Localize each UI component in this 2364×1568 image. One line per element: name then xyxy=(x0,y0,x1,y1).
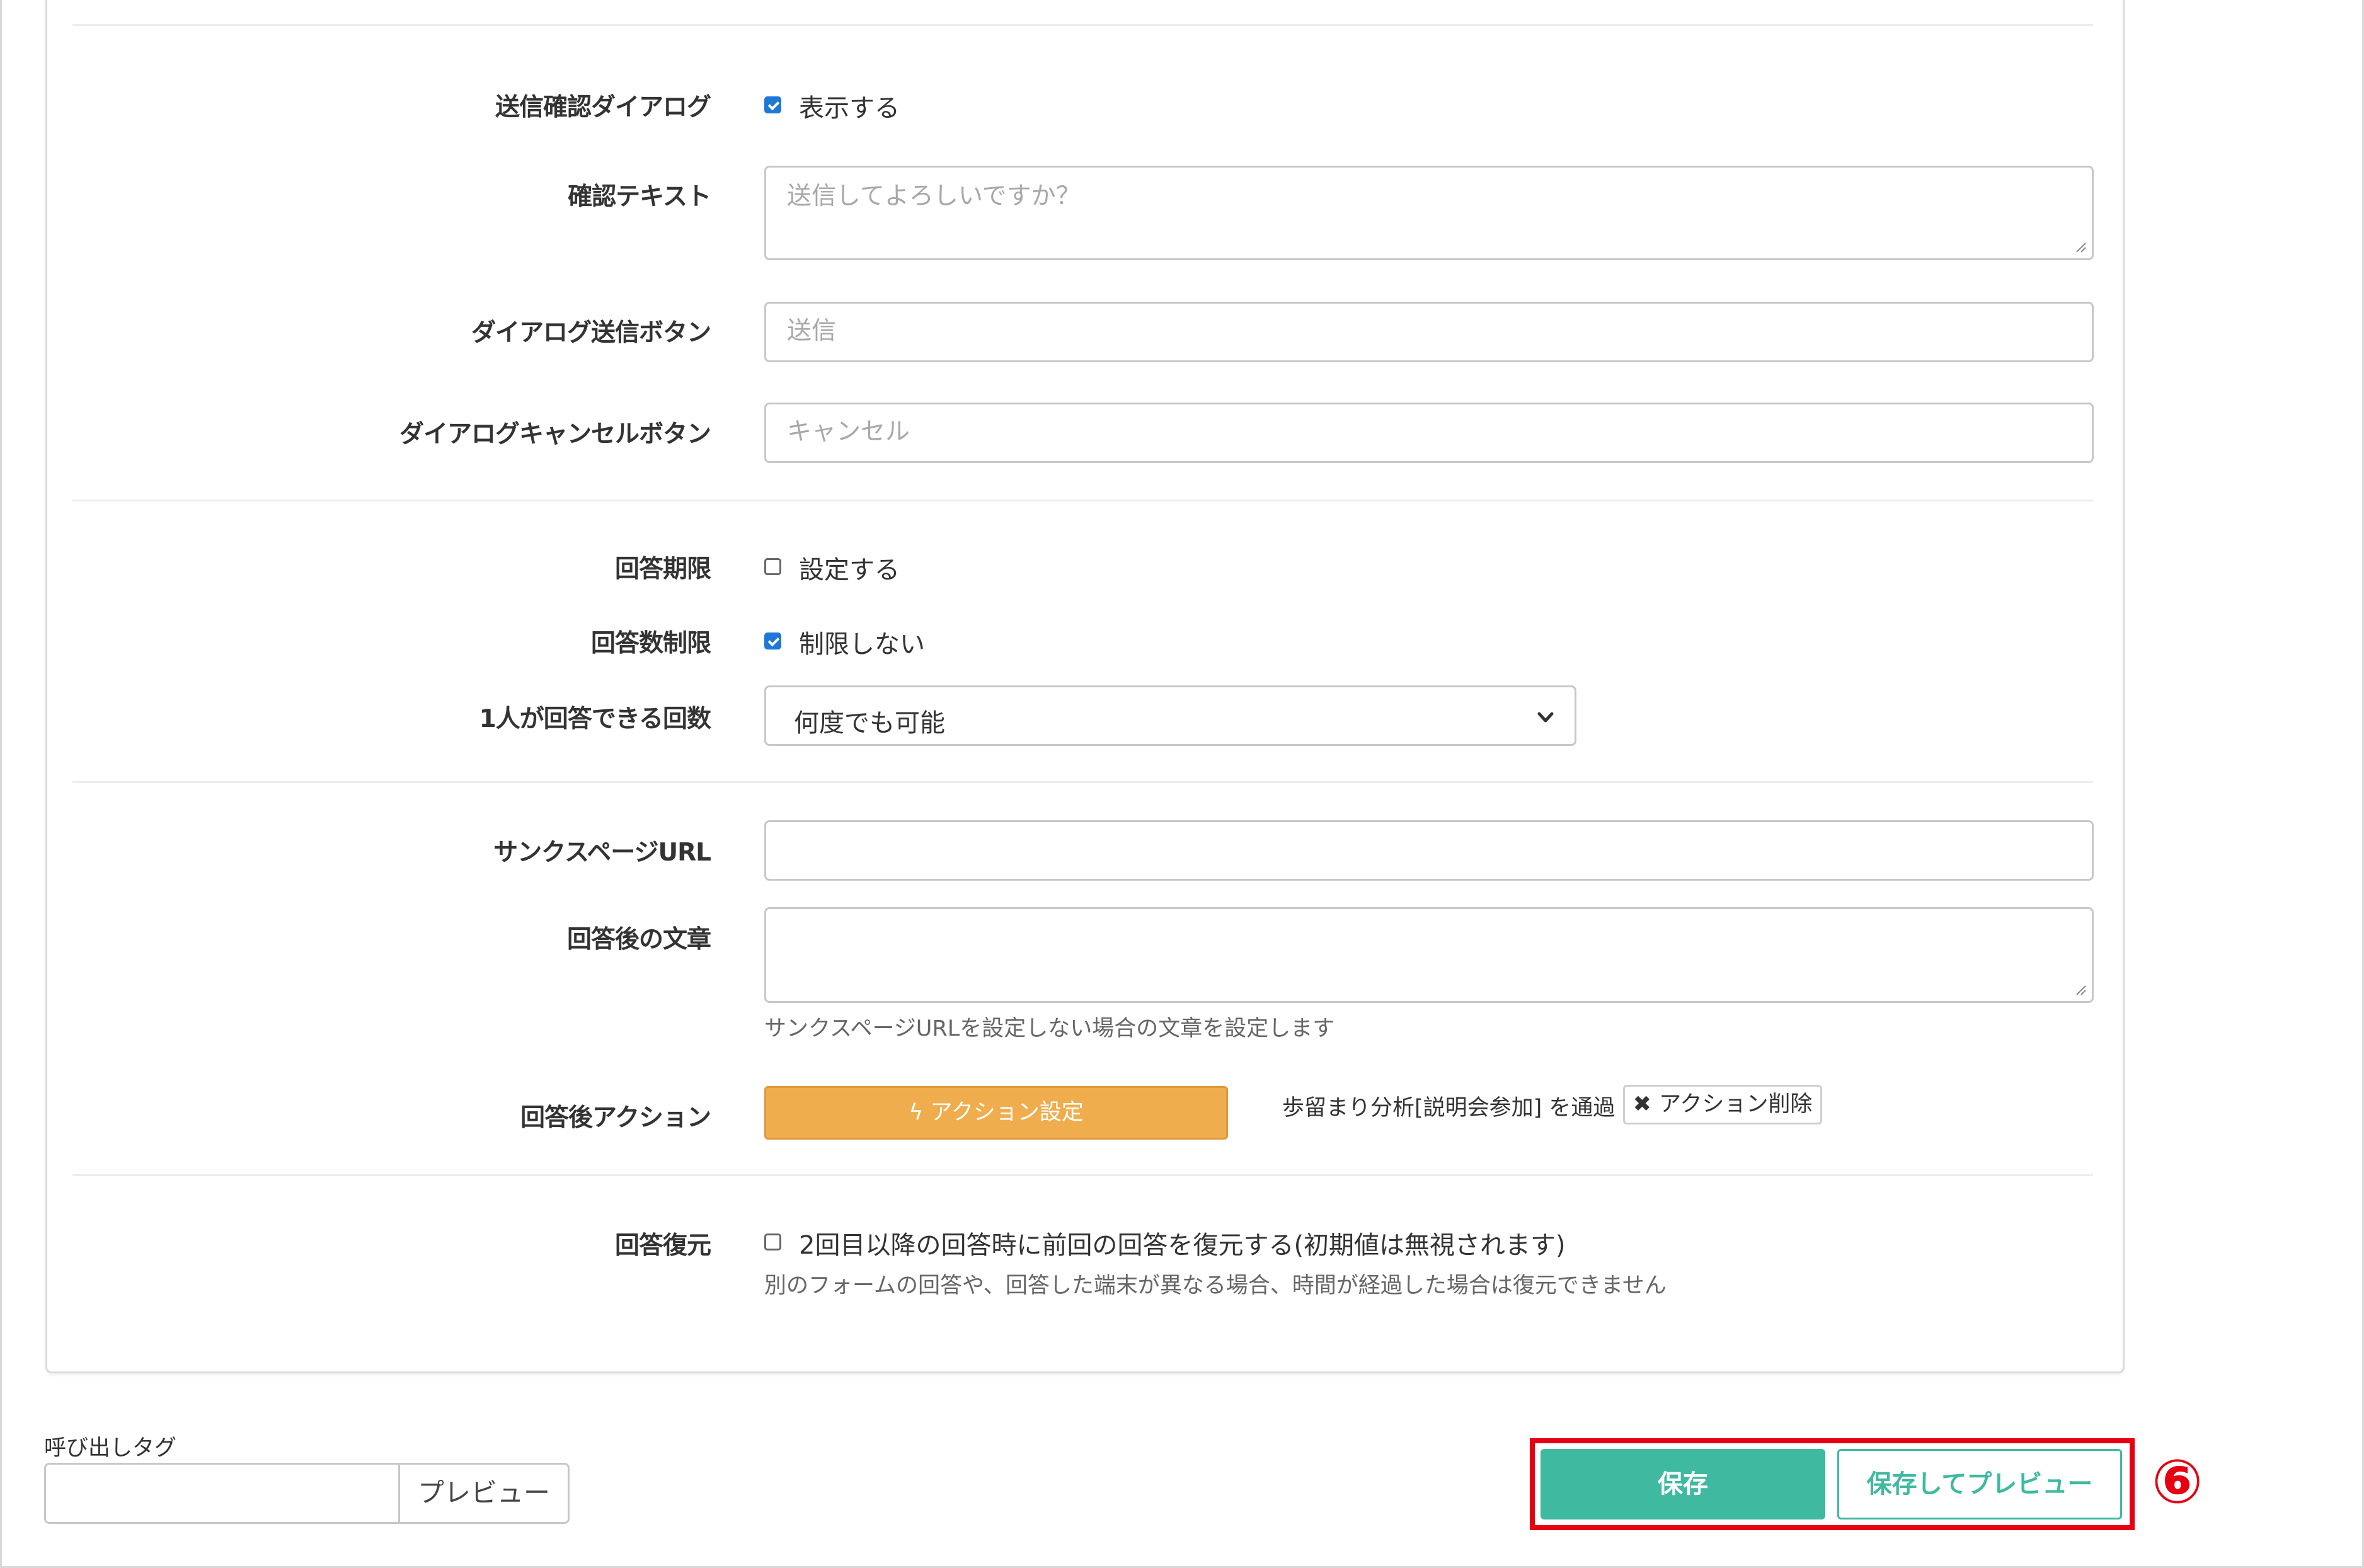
window-left-border xyxy=(0,0,2,1568)
deadline-checkbox[interactable] xyxy=(764,558,781,575)
dialog-submit-button-label: ダイアログ送信ボタン xyxy=(471,319,711,347)
thanks-url-label: サンクスページURL xyxy=(493,838,711,867)
close-icon: ✖ xyxy=(1632,1092,1660,1117)
dialog-submit-button-input[interactable]: 送信 xyxy=(764,302,2094,362)
per-person-label: 1人が回答できる回数 xyxy=(479,705,711,733)
resize-grip-icon[interactable] xyxy=(2073,239,2087,253)
step-marker: ⑥ xyxy=(2152,1446,2203,1517)
call-tag-label: 呼び出しタグ xyxy=(44,1436,177,1461)
after-text-textarea[interactable] xyxy=(764,907,2094,1003)
answer-limit-checkbox-label[interactable]: 制限しない xyxy=(799,624,925,660)
dialog-cancel-button-input[interactable]: キャンセル xyxy=(764,403,2094,463)
answer-limit-checkbox[interactable] xyxy=(764,632,781,650)
save-button[interactable]: 保存 xyxy=(1541,1449,1825,1519)
action-settings-button[interactable]: ϟ アクション設定 xyxy=(764,1086,1228,1140)
restore-checkbox-label[interactable]: 2回目以降の回答時に前回の回答を復元する(初期値は無視されます) xyxy=(799,1225,1566,1261)
answer-limit-label: 回答数制限 xyxy=(590,629,711,658)
restore-label: 回答復元 xyxy=(614,1232,711,1260)
bolt-icon: ϟ xyxy=(909,1100,931,1125)
action-settings-button-label: アクション設定 xyxy=(930,1100,1084,1125)
save-and-preview-button[interactable]: 保存してプレビュー xyxy=(1837,1449,2122,1519)
resize-grip-icon[interactable] xyxy=(2073,982,2087,996)
divider xyxy=(72,781,2093,783)
confirm-text-placeholder: 送信してよろしいですか？ xyxy=(787,182,1081,210)
preview-button[interactable]: プレビュー xyxy=(398,1463,570,1524)
restore-help: 別のフォームの回答や、回答した端末が異なる場合、時間が経過した場合は復元できませ… xyxy=(764,1273,1667,1298)
action-info-text: 歩留まり分析[説明会参加] を通過 xyxy=(1282,1096,1615,1121)
confirm-dialog-label: 送信確認ダイアログ xyxy=(495,93,711,122)
deadline-label: 回答期限 xyxy=(614,555,711,583)
action-delete-button-label: アクション削除 xyxy=(1659,1092,1813,1117)
restore-checkbox[interactable] xyxy=(764,1233,781,1250)
chevron-down-icon xyxy=(1537,712,1554,723)
after-action-label: 回答後アクション xyxy=(520,1104,711,1132)
per-person-select[interactable]: 何度でも可能 xyxy=(764,685,1576,746)
confirm-dialog-checkbox[interactable] xyxy=(764,96,781,113)
after-text-help: サンクスページURLを設定しない場合の文章を設定します xyxy=(764,1016,1335,1041)
divider xyxy=(72,24,2093,26)
call-tag-input[interactable] xyxy=(44,1463,400,1524)
after-text-label: 回答後の文章 xyxy=(566,925,711,954)
action-delete-button[interactable]: ✖ アクション削除 xyxy=(1623,1085,1822,1124)
per-person-selected: 何度でも可能 xyxy=(794,709,945,738)
divider xyxy=(72,500,2093,501)
dialog-cancel-button-label: ダイアログキャンセルボタン xyxy=(399,420,711,449)
divider xyxy=(72,1174,2093,1176)
thanks-url-input[interactable] xyxy=(764,820,2094,881)
confirm-text-textarea[interactable]: 送信してよろしいですか？ xyxy=(764,166,2094,260)
deadline-checkbox-label[interactable]: 設定する xyxy=(799,549,900,586)
confirm-dialog-checkbox-label[interactable]: 表示する xyxy=(799,88,900,124)
confirm-text-label: 確認テキスト xyxy=(568,183,711,211)
